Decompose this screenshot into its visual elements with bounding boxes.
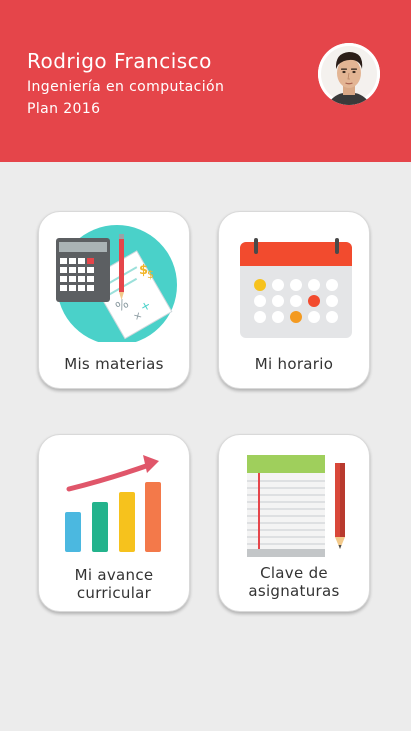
clave-line2: asignaturas	[248, 582, 340, 600]
student-career: Ingeniería en computación	[27, 79, 225, 95]
student-name: Rodrigo Francisco	[27, 49, 212, 73]
mi-avance-curricular-button[interactable]: Mi avance curricular	[38, 434, 190, 612]
notebook-pencil-icon	[247, 455, 345, 557]
mi-avance-line1: Mi avance	[74, 566, 154, 584]
mis-materias-label: Mis materias	[64, 355, 164, 373]
avatar-portrait-icon	[318, 43, 380, 105]
mi-horario-label: Mi horario	[254, 355, 334, 373]
mi-avance-line2: curricular	[76, 584, 152, 602]
study-plan: Plan 2016	[27, 101, 101, 117]
avatar[interactable]	[318, 43, 380, 105]
clave-line1: Clave de	[260, 564, 328, 582]
clave-de-asignaturas-button[interactable]: Clave de asignaturas	[218, 434, 370, 612]
calendar-icon	[240, 238, 352, 338]
calculator-notes-icon: % + × $ $	[56, 225, 177, 342]
profile-header: Rodrigo Francisco Ingeniería en computac…	[0, 0, 411, 162]
svg-text:$: $	[147, 268, 154, 281]
mis-materias-button[interactable]: % + × $ $ Mis materias	[38, 211, 190, 389]
progress-chart-icon	[65, 455, 161, 552]
mi-horario-button[interactable]: Mi horario	[218, 211, 370, 389]
